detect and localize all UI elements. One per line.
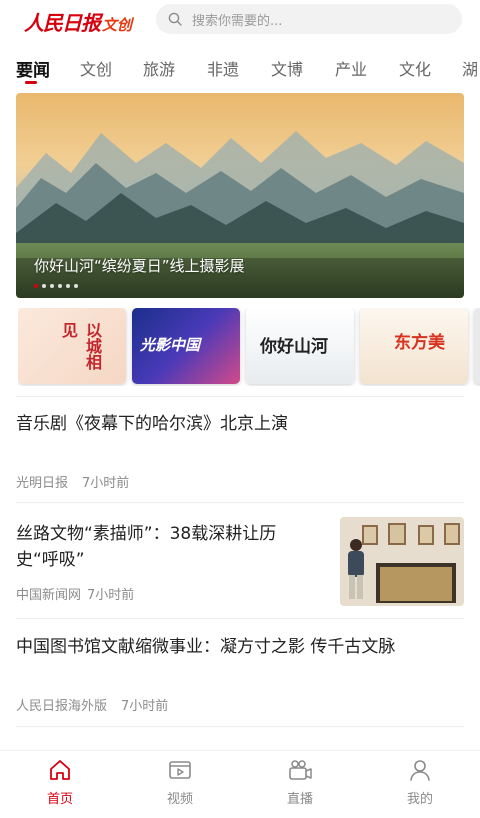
home-icon [50, 760, 70, 780]
banner-carousel[interactable]: 你好山河“缤纷夏日”线上摄影展 [16, 93, 464, 298]
nav-label: 视频 [166, 792, 193, 807]
news-title[interactable]: 音乐剧《夜幕下的哈尔滨》北京上演 [16, 411, 288, 437]
nav-label: 首页 [46, 792, 73, 807]
card-title: 东方美 [394, 333, 445, 353]
news-meta: 光明日报 7小时前 [16, 472, 129, 491]
search-bar[interactable]: 搜索你需要的... [156, 4, 462, 34]
carousel-dot [34, 284, 38, 288]
news-title[interactable]: 中国图书馆文献缩微事业：凝方寸之影 传千古文脉 [16, 634, 395, 660]
news-time: 7小时前 [87, 588, 135, 603]
tab-industry[interactable]: 产业 [335, 56, 367, 80]
tab-travel[interactable]: 旅游 [143, 56, 175, 80]
news-thumbnail[interactable] [340, 517, 464, 606]
divider [16, 726, 464, 727]
tab-news[interactable]: 要闻 [16, 56, 50, 81]
app-logo[interactable]: 人民日报 文创 [24, 7, 133, 35]
banner-caption: 你好山河“缤纷夏日”线上摄影展 [34, 257, 245, 275]
feature-card-light-china[interactable]: 光影中国 [132, 308, 240, 384]
news-title[interactable]: 丝路文物“素描师”：38载深耕让历 史“呼吸” [16, 521, 334, 573]
news-meta: 中国新闻网 7小时前 [16, 584, 134, 603]
carousel-dot [66, 284, 70, 288]
tab-museum[interactable]: 文博 [271, 56, 303, 80]
search-icon [168, 12, 182, 26]
live-camera-icon [289, 760, 312, 780]
logo-main-text: 人民日报 [24, 11, 101, 35]
profile-icon [410, 760, 430, 781]
nav-label: 直播 [286, 792, 313, 807]
nav-video[interactable]: 视频 [150, 757, 210, 807]
category-tabs: 要闻 文创 旅游 非遗 文博 产业 文化 湖 [0, 52, 480, 88]
nav-live[interactable]: 直播 [270, 757, 330, 807]
nav-label: 我的 [406, 792, 433, 807]
carousel-indicator [34, 284, 78, 288]
feature-card-oriental-beauty[interactable]: 东方美 [360, 308, 468, 384]
feature-cards: 以城相见 光影中国 你好山河 东方美 [18, 308, 480, 386]
card-title: 光影中国 [140, 336, 201, 354]
search-placeholder: 搜索你需要的... [192, 13, 283, 29]
divider [16, 618, 464, 619]
carousel-dot [74, 284, 78, 288]
exhibition-photo-image [340, 517, 464, 606]
news-meta: 人民日报海外版 7小时前 [16, 695, 168, 714]
carousel-dot [58, 284, 62, 288]
nav-profile[interactable]: 我的 [390, 757, 450, 807]
video-icon [169, 761, 191, 779]
news-time: 7小时前 [82, 476, 130, 491]
nav-home[interactable]: 首页 [30, 757, 90, 807]
card-title: 以城相见 [59, 322, 102, 370]
active-tab-indicator [25, 81, 37, 84]
logo-sub-text: 文创 [102, 16, 133, 34]
news-source: 光明日报 [16, 476, 69, 491]
carousel-dot [42, 284, 46, 288]
news-source: 人民日报海外版 [16, 699, 108, 714]
feature-card-hello-mountains[interactable]: 你好山河 [246, 308, 354, 384]
news-title-line: 丝路文物“素描师”：38载深耕让历 [16, 524, 277, 544]
tab-intangible-heritage[interactable]: 非遗 [207, 56, 239, 80]
tab-cultural-creative[interactable]: 文创 [80, 56, 112, 80]
bottom-navigation: 首页 视频 直播 我的 [0, 750, 480, 818]
tab-culture[interactable]: 文化 [399, 56, 431, 80]
app-header: 人民日报 文创 搜索你需要的... [0, 0, 480, 40]
tab-hunan[interactable]: 湖 [462, 56, 478, 80]
feature-card-partial[interactable] [474, 308, 480, 384]
card-title: 你好山河 [260, 337, 328, 357]
feature-card-yicheng[interactable]: 以城相见 [18, 308, 126, 384]
news-time: 7小时前 [121, 699, 169, 714]
news-title-line: 史“呼吸” [16, 550, 85, 570]
carousel-dot [50, 284, 54, 288]
divider [16, 396, 464, 397]
divider [16, 502, 464, 503]
news-source: 中国新闻网 [16, 588, 82, 603]
